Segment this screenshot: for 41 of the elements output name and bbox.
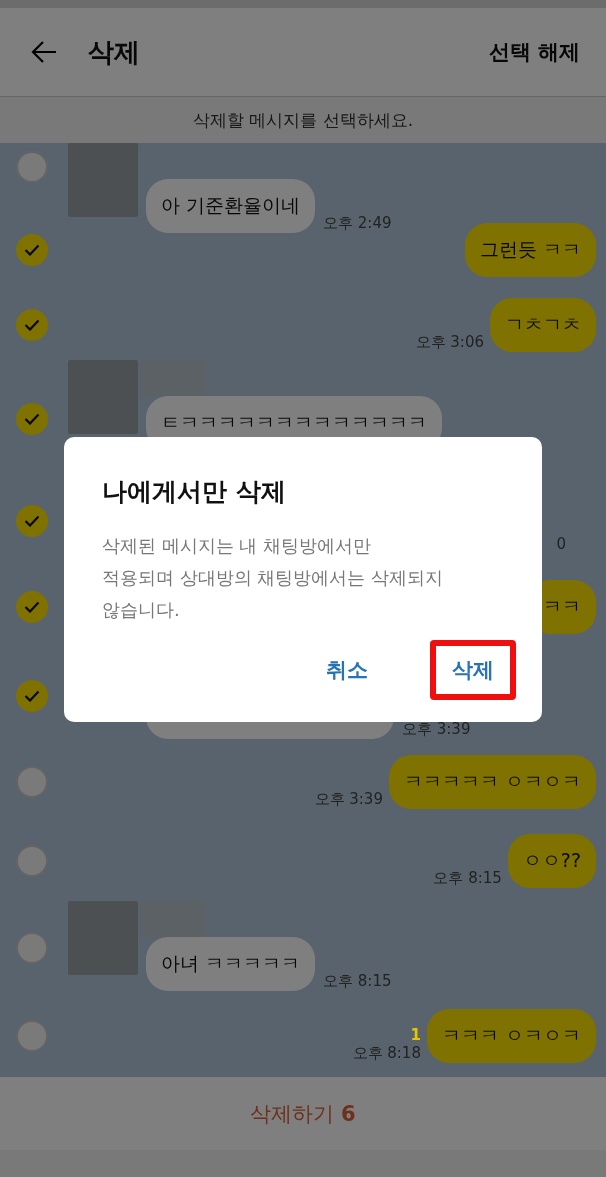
delete-button[interactable]: 삭제하기 6 bbox=[244, 1098, 362, 1129]
message-time: 오후 3:39 bbox=[402, 720, 471, 739]
message-bubble: ㅋㅋㅋ ㅇㅋㅇㅋ bbox=[426, 1008, 596, 1063]
check-icon bbox=[24, 601, 40, 613]
message-bubble: 아녀 ㅋㅋㅋㅋㅋ bbox=[146, 937, 316, 991]
message-bubble: 그런듯 ㅋㅋ bbox=[464, 222, 596, 277]
select-checkbox[interactable] bbox=[16, 233, 48, 266]
message-time: 오후 2:49 bbox=[323, 214, 392, 233]
select-checkbox[interactable] bbox=[16, 765, 48, 798]
select-checkbox[interactable] bbox=[16, 151, 48, 183]
message-bubble: ㅋㅋㅋㅋㅋ ㅇㅋㅇㅋ bbox=[388, 754, 596, 809]
message-time: 오후 3:39 bbox=[314, 789, 383, 809]
select-checkbox[interactable] bbox=[16, 931, 48, 964]
check-icon bbox=[24, 243, 40, 256]
check-icon bbox=[24, 515, 40, 527]
message-time: 0 bbox=[556, 535, 566, 553]
screen-title: 삭제 bbox=[88, 35, 140, 69]
message-time: 오후 3:06 bbox=[415, 332, 484, 352]
message-bubble: 아 기준환율이네 bbox=[146, 179, 316, 233]
select-checkbox[interactable] bbox=[16, 679, 48, 712]
select-checkbox[interactable] bbox=[16, 308, 48, 341]
select-checkbox[interactable] bbox=[16, 1019, 48, 1052]
dialog-title: 나에게서만 삭제 bbox=[102, 476, 287, 508]
select-checkbox[interactable] bbox=[16, 591, 48, 623]
unread-count: 1 bbox=[410, 1025, 421, 1044]
message-bubble: ㄱㅊㄱㅊ bbox=[490, 297, 596, 352]
dialog-button[interactable]: 삭제 bbox=[430, 640, 516, 700]
message-bubble: ㅇㅇ?? bbox=[507, 834, 596, 888]
notice-text: 삭제할 메시지를 선택하세요. bbox=[192, 108, 414, 132]
message-time: 오후 8:18 bbox=[352, 1043, 421, 1063]
select-checkbox[interactable] bbox=[16, 505, 48, 537]
select-checkbox[interactable] bbox=[16, 402, 48, 435]
message-time: 오후 8:15 bbox=[433, 869, 502, 888]
select-checkbox[interactable] bbox=[16, 845, 48, 877]
check-icon bbox=[24, 412, 40, 425]
message-time: 오후 8:15 bbox=[323, 972, 392, 991]
dialog-message: 삭제된 메시지는 내 채팅방에서만 적용되며 상대방의 채팅방에서는 삭제되지 않습니다. bbox=[102, 534, 445, 622]
back-icon[interactable] bbox=[30, 40, 58, 64]
check-icon bbox=[24, 689, 40, 702]
check-icon bbox=[24, 318, 40, 331]
deselect-button[interactable]: 선택 해제 bbox=[488, 38, 580, 66]
